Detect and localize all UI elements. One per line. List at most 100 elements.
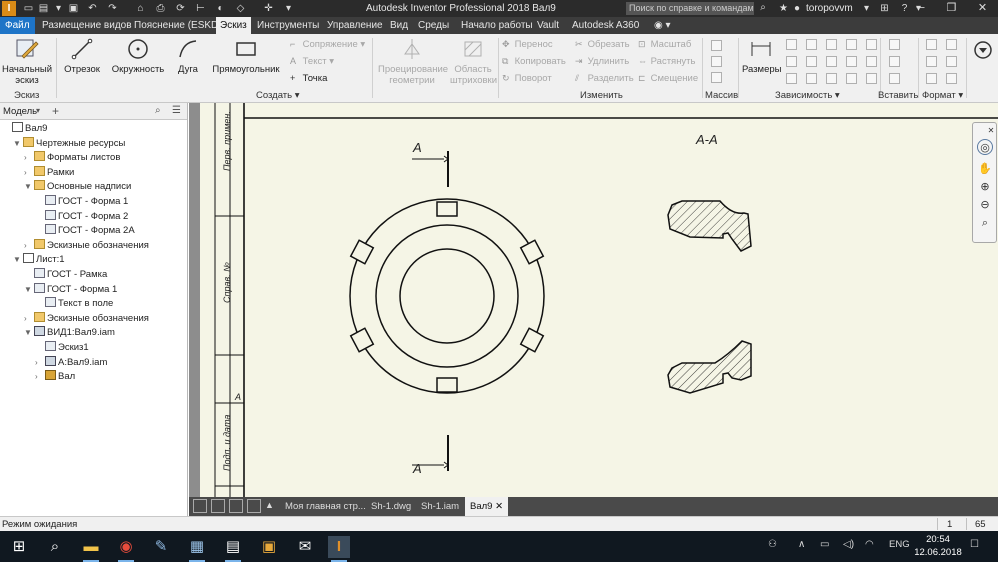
panel-create-label[interactable]: Создать ▾ [256,90,300,101]
redo-icon[interactable]: ↷ [106,2,119,15]
mirror-icon[interactable] [711,72,722,83]
copy-button[interactable]: ⧉ Копировать [502,55,566,68]
insert-points-icon[interactable] [889,56,900,67]
arc-button[interactable]: Дуга [172,36,204,75]
tree-item[interactable]: ▼ Лист:1 [13,253,65,267]
fix-constraint-icon[interactable] [866,39,877,50]
search-icon[interactable]: ⌕ [756,1,770,15]
snap-icon[interactable]: ✛ [262,2,275,15]
tree-expander-icon[interactable]: › [24,166,34,180]
zoom-icon[interactable]: ⊕ [977,179,993,195]
tree-item[interactable]: Вал9 [2,122,47,136]
tree-expander-icon[interactable]: ▼ [24,283,34,297]
tree-expander-icon[interactable]: › [35,356,45,370]
tree-item[interactable]: ▼ Основные надписи [24,180,131,194]
tree-item[interactable]: ▼ Чертежные ресурсы [13,136,125,151]
tree-item[interactable]: › A:Вал9.iam [35,355,107,370]
calculator-icon[interactable]: ▦ [186,536,208,562]
save-icon[interactable]: ▣ [67,2,80,15]
browser-title[interactable]: Модель [3,106,37,117]
constraint-settings-icon[interactable] [846,73,857,84]
tab-file[interactable]: Файл [0,17,35,34]
arrange-up-icon[interactable]: ▲ [265,500,274,510]
full-navigation-wheel-icon[interactable]: ◎ [977,139,993,155]
line-button[interactable]: Отрезок [62,36,102,75]
tab-vault[interactable]: Vault [533,17,563,34]
close-icon[interactable]: ✕ [967,0,998,17]
volume-icon[interactable]: ◁) [843,539,854,550]
tree-item[interactable]: ГОСТ - Форма 2 [35,209,128,224]
rectangle-button[interactable]: Прямоугольник [210,36,282,75]
tree-expander-icon[interactable]: ▼ [13,253,23,267]
start-sketch-button[interactable]: Начальный эскиз [2,36,52,86]
doc-tab-home[interactable]: Моя главная стр... [280,497,371,516]
browser-menu-icon[interactable]: ☰ [172,105,181,116]
paint-icon[interactable]: ✎ [150,536,172,558]
tab-sketch[interactable]: Эскиз [216,17,251,34]
user-dropdown-icon[interactable]: ▾ [860,2,873,15]
scale-button[interactable]: ⊡ Масштаб [638,38,691,51]
language-indicator[interactable]: ENG [889,539,910,550]
vertical-tile-icon[interactable] [247,499,261,513]
format-style-icon[interactable] [946,73,957,84]
tab-manage[interactable]: Управление [323,17,387,34]
panel-format-label[interactable]: Формат ▾ [922,90,963,101]
tree-expander-icon[interactable]: ▼ [24,326,34,340]
cascade-windows-icon[interactable] [193,499,207,513]
customize-dropdown-icon[interactable]: ▾ [282,2,295,15]
material-icon[interactable]: ◇ [234,2,247,15]
doc-tab-val9[interactable]: Вал9 ✕ [465,497,509,516]
show-format-icon[interactable] [926,73,937,84]
tree-item[interactable]: › Эскизные обозначения [24,311,149,326]
vertical-constraint-icon[interactable] [826,56,837,67]
circular-pattern-icon[interactable] [711,56,722,67]
tree-item[interactable]: ▼ ГОСТ - Форма 1 [24,282,117,297]
doc-tab-close-icon[interactable]: ✕ [495,501,503,512]
horizontal-tile-icon[interactable] [229,499,243,513]
ribbon-options-icon[interactable]: ◉ ▾ [650,17,675,34]
inventor-taskbar-icon[interactable]: I [328,536,350,562]
people-icon[interactable]: ⚇ [768,539,777,550]
extend-button[interactable]: ⇥ Удлинить [575,55,629,68]
concentric-constraint-icon[interactable] [846,39,857,50]
add-browser-icon[interactable]: + [52,104,59,118]
tree-item[interactable]: ГОСТ - Форма 1 [35,195,128,209]
tree-expander-icon[interactable]: › [35,370,45,384]
offset-button[interactable]: ⊏ Смещение [638,72,698,85]
new-dropdown-icon[interactable]: ▾ [52,2,65,15]
coincident-constraint-icon[interactable] [786,39,797,50]
fillet-button[interactable]: ⌐ Сопряжение ▾ [290,38,365,51]
inventor-logo-icon[interactable]: I [2,1,16,16]
tree-item[interactable]: › Форматы листов [24,151,120,165]
tab-annotate[interactable]: Пояснение (ESKD) [130,17,226,34]
file-explorer-icon[interactable]: ▬ [80,536,102,562]
point-button[interactable]: + Точка [290,72,327,85]
move-button[interactable]: ✥ Перенос [502,38,553,51]
drawing-sheet[interactable]: Перв. примен. Справ. № Подп. и дата А А … [200,103,998,497]
store-icon[interactable]: ▣ [258,536,280,558]
tree-item[interactable]: › Вал [35,370,75,384]
tree-item[interactable]: Текст в поле [35,297,113,311]
center-point-icon[interactable] [926,56,937,67]
centerline-icon[interactable] [946,39,957,50]
finish-sketch-button[interactable] [970,37,996,65]
zoom-window-icon[interactable]: ⊖ [977,197,993,213]
notifications-icon[interactable]: ☐ [970,539,979,550]
construction-icon[interactable] [926,39,937,50]
navbar-close-icon[interactable]: ✕ [987,127,995,135]
search-icon[interactable]: ⌕ [44,536,66,558]
user-name[interactable]: toropovvm [806,3,853,14]
browser-dropdown-icon[interactable]: ▾ [36,106,40,115]
symmetric-constraint-icon[interactable] [806,73,817,84]
minimize-icon[interactable]: ─ [905,0,936,17]
text-button[interactable]: A Текст ▾ [290,55,334,68]
tree-item[interactable]: ▼ ВИД1:Вал9.iam [24,326,115,340]
driven-dimension-icon[interactable] [946,56,957,67]
update-icon[interactable]: ⟳ [174,2,187,15]
tree-item[interactable]: › Рамки [24,165,74,180]
split-button[interactable]: ⫽ Разделить [575,72,634,85]
insert-image-icon[interactable] [889,39,900,50]
open-icon[interactable]: ▤ [37,2,50,15]
user-icon[interactable]: ● [792,2,802,15]
tab-environments[interactable]: Среды [414,17,453,34]
